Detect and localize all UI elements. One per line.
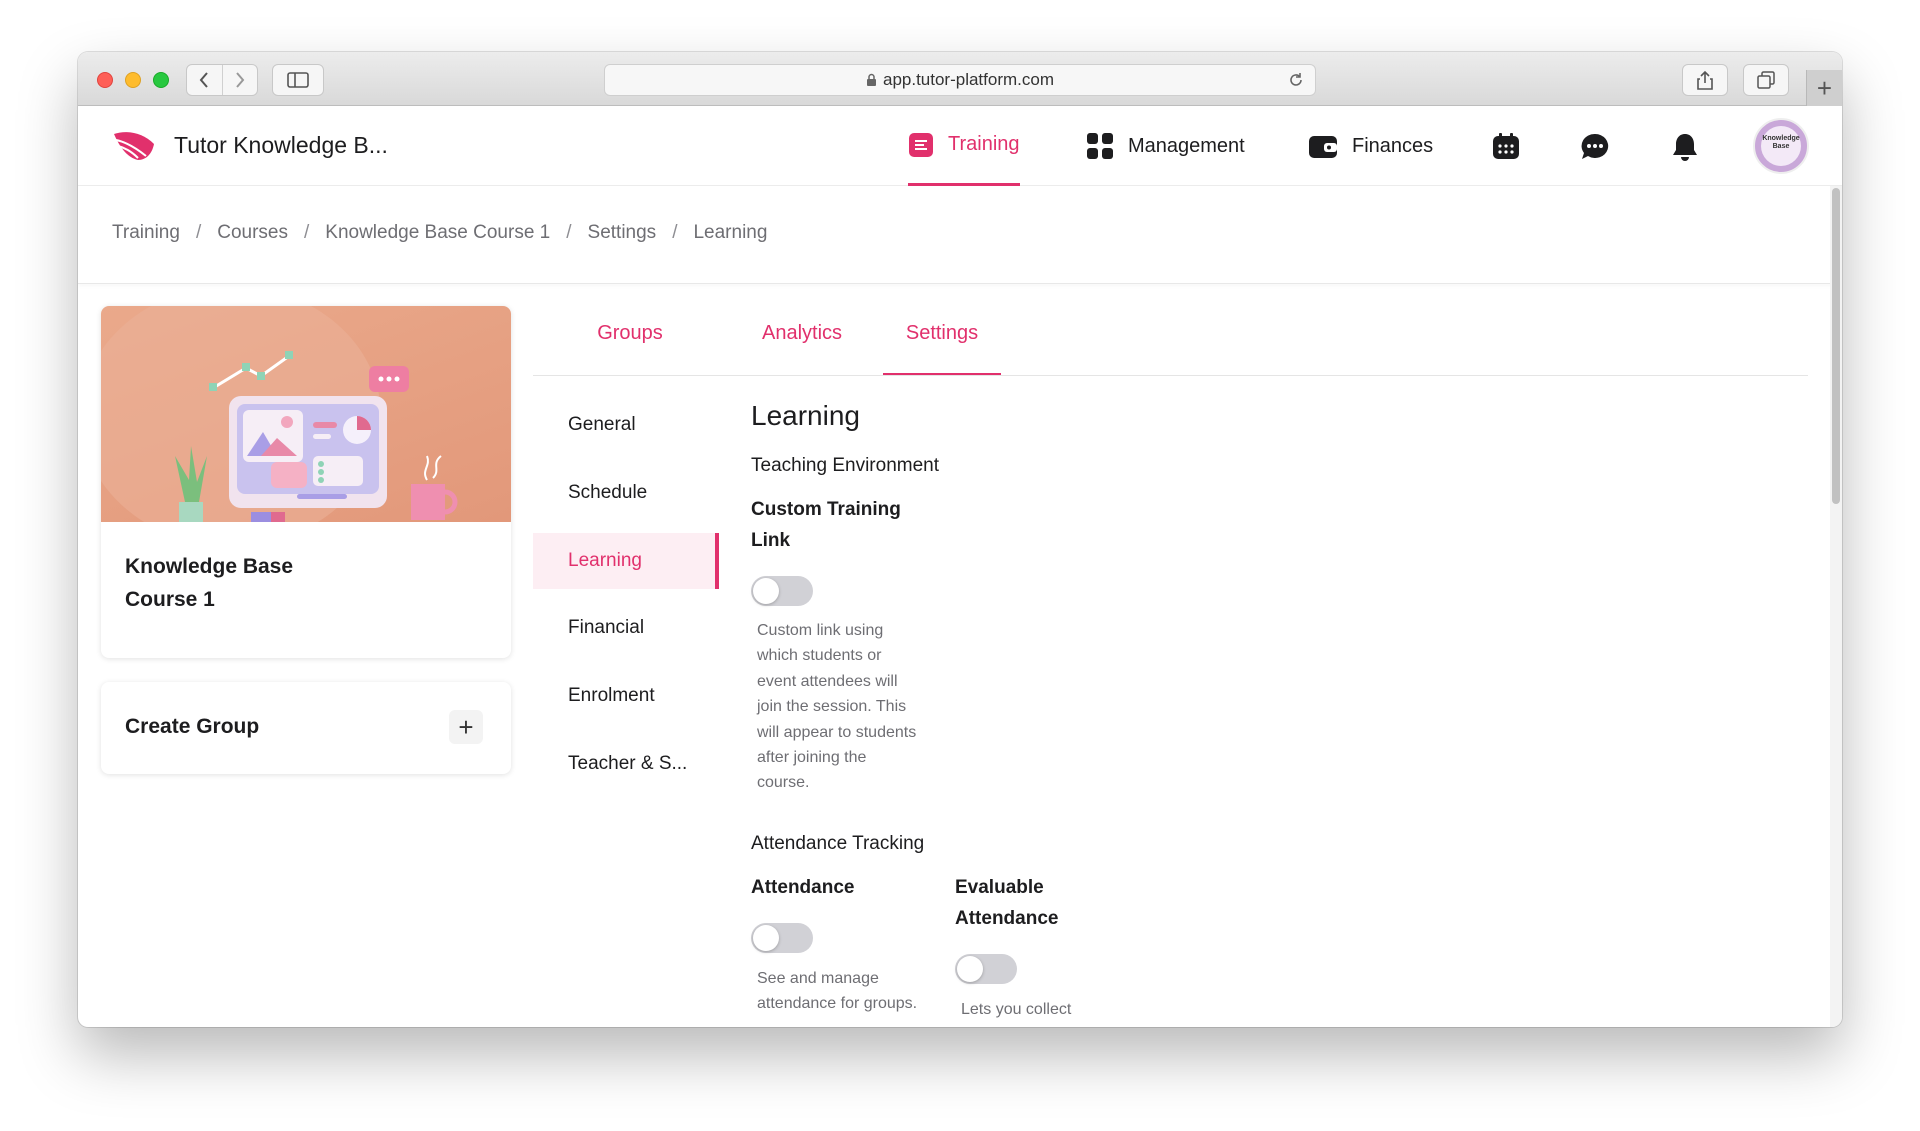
desktop: app.tutor-platform.com + Tutor Knowledge…: [0, 0, 1920, 1131]
custom-training-link-label-line-1: Custom Training: [751, 499, 901, 520]
toggle-knob: [753, 925, 779, 951]
breadcrumb-separator: /: [566, 222, 572, 243]
course-cover-image: [101, 306, 511, 546]
share-button[interactable]: [1682, 64, 1728, 96]
custom-training-link-help: Custom link using which students or even…: [757, 618, 916, 796]
create-group-label: Create Group: [125, 715, 260, 738]
sidebar-icon: [287, 72, 309, 88]
evaluable-attendance-toggle[interactable]: [955, 954, 1017, 984]
nav-finances-label: Finances: [1352, 134, 1434, 157]
breadcrumb-separator: /: [303, 222, 310, 243]
course-title: Knowledge Base Course 1: [125, 550, 345, 616]
chevron-left-icon: [200, 72, 209, 88]
breadcrumb-separator: /: [672, 222, 678, 243]
help-line: after joining the: [757, 749, 867, 767]
help-line: which students or: [757, 647, 882, 665]
tabs-divider: [533, 375, 1808, 376]
history-nav: [186, 64, 258, 96]
tab-settings[interactable]: Settings: [883, 322, 1001, 376]
nav-training[interactable]: Training: [908, 106, 1020, 186]
calendar-icon[interactable]: [1492, 132, 1520, 160]
breadcrumb: Training / Courses / Knowledge Base Cour…: [112, 222, 767, 244]
training-icon: [909, 132, 933, 157]
chevron-right-icon: [236, 72, 245, 88]
tab-overview-button[interactable]: [1743, 64, 1789, 96]
tab-analytics[interactable]: Analytics: [712, 322, 892, 376]
tabs-icon: [1757, 71, 1775, 89]
forward-button[interactable]: [221, 65, 257, 95]
section-title: Learning: [751, 400, 860, 431]
nav-training-label: Training: [948, 133, 1020, 155]
help-line: join the session. This: [757, 698, 907, 716]
breadcrumb-settings[interactable]: Settings: [588, 222, 657, 244]
breadcrumb-training[interactable]: Training: [112, 222, 180, 244]
grid-icon: [1087, 133, 1113, 159]
help-line: See and manage: [757, 970, 879, 987]
evaluable-attendance-label: Evaluable Attendance: [955, 872, 1058, 934]
brand-name[interactable]: Tutor Knowledge B...: [174, 132, 388, 159]
new-tab-button[interactable]: +: [1806, 70, 1842, 106]
reload-icon[interactable]: [1287, 71, 1305, 89]
tab-groups[interactable]: Groups: [560, 322, 700, 376]
scrollbar-thumb[interactable]: [1832, 188, 1840, 504]
nav-management-label: Management: [1128, 134, 1245, 157]
evaluable-attendance-help: Lets you collect: [961, 997, 1071, 1022]
chat-icon[interactable]: [1580, 132, 1610, 162]
custom-training-link-label-line-2: Link: [751, 530, 791, 551]
help-line: Lets you collect: [961, 1001, 1072, 1018]
course-illustration: [101, 306, 458, 546]
browser-window: app.tutor-platform.com + Tutor Knowledge…: [78, 52, 1842, 1027]
help-line: event attendees will: [757, 672, 898, 690]
app-header: Tutor Knowledge B... Training Management…: [78, 106, 1842, 186]
help-line: will appear to students: [757, 723, 917, 741]
create-group-card[interactable]: Create Group +: [101, 682, 511, 774]
brand-logo-icon[interactable]: [112, 130, 156, 162]
minimize-window-button[interactable]: [125, 72, 141, 88]
breadcrumb-courses[interactable]: Courses: [217, 222, 288, 244]
address-bar[interactable]: app.tutor-platform.com: [604, 64, 1316, 96]
evaluable-attendance-label-line-2: Attendance: [955, 908, 1059, 929]
settings-menu-financial[interactable]: Financial: [533, 600, 719, 656]
settings-menu-learning[interactable]: Learning: [533, 533, 719, 589]
course-title-line-1: Knowledge Base: [125, 555, 294, 578]
attendance-toggle[interactable]: [751, 923, 813, 953]
custom-training-link-toggle[interactable]: [751, 576, 813, 606]
toggle-knob: [957, 956, 983, 982]
page-scrollbar[interactable]: [1830, 186, 1842, 1027]
avatar[interactable]: Knowledge Base: [1753, 118, 1809, 174]
create-group-button[interactable]: +: [449, 710, 483, 744]
attendance-tracking-heading: Attendance Tracking: [751, 833, 925, 854]
wallet-icon: [1309, 136, 1337, 158]
avatar-text: Knowledge Base: [1761, 126, 1801, 166]
settings-menu-schedule[interactable]: Schedule: [533, 465, 719, 521]
lock-icon: [866, 73, 876, 86]
browser-titlebar: app.tutor-platform.com +: [78, 52, 1842, 106]
share-icon: [1697, 70, 1713, 90]
breadcrumb-separator: /: [195, 222, 202, 243]
settings-menu-general[interactable]: General: [533, 397, 719, 453]
course-card[interactable]: Knowledge Base Course 1: [101, 306, 511, 658]
teaching-environment-heading: Teaching Environment: [751, 455, 939, 476]
bell-icon[interactable]: [1672, 132, 1698, 162]
nav-management[interactable]: Management: [1086, 106, 1245, 186]
settings-menu-enrolment[interactable]: Enrolment: [533, 668, 719, 724]
breadcrumb-course[interactable]: Knowledge Base Course 1: [325, 222, 550, 244]
url-text: app.tutor-platform.com: [882, 70, 1054, 89]
help-line: Custom link using: [757, 622, 884, 639]
settings-menu-teacher[interactable]: Teacher & S...: [533, 736, 719, 792]
sidebar-toggle-button[interactable]: [272, 64, 324, 96]
course-title-line-2: Course 1: [125, 588, 215, 611]
nav-finances[interactable]: Finances: [1308, 106, 1433, 186]
close-window-button[interactable]: [97, 72, 113, 88]
zoom-window-button[interactable]: [153, 72, 169, 88]
attendance-help: See and manage attendance for groups.: [757, 966, 917, 1017]
custom-training-link-label: Custom Training Link: [751, 494, 901, 556]
breadcrumb-learning: Learning: [693, 222, 768, 243]
toggle-knob: [753, 578, 779, 604]
evaluable-attendance-label-line-1: Evaluable: [955, 877, 1044, 898]
attendance-label: Attendance: [751, 877, 855, 898]
back-button[interactable]: [187, 65, 222, 95]
help-line: course.: [757, 774, 810, 792]
help-line: attendance for groups.: [757, 995, 918, 1013]
